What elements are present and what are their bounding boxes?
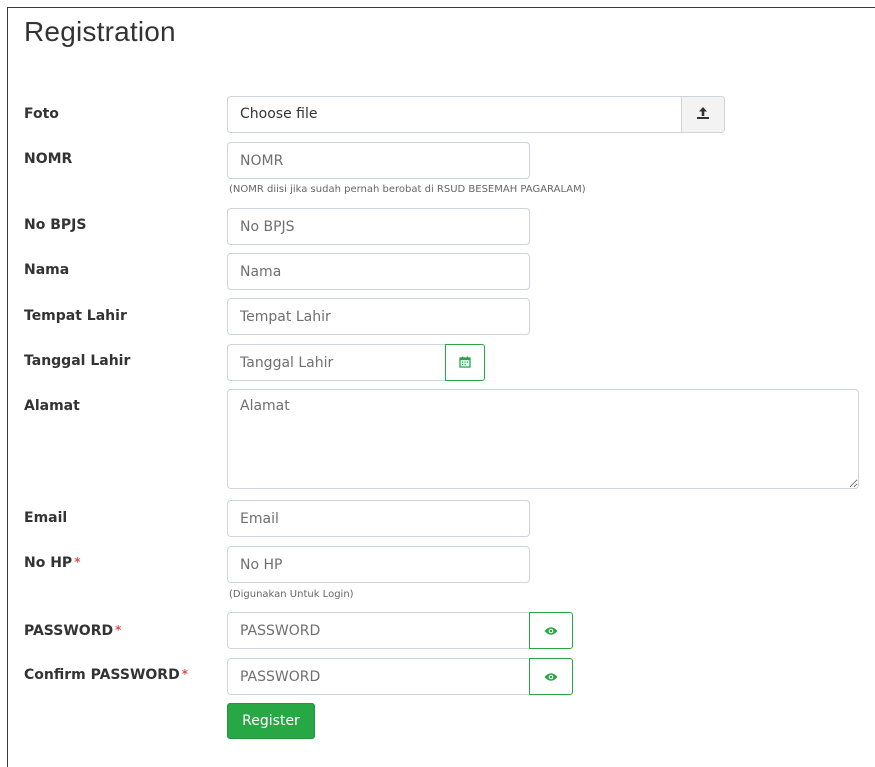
upload-icon — [696, 105, 710, 124]
required-mark: * — [181, 667, 188, 681]
tanggal-lahir-input[interactable] — [227, 344, 446, 381]
confirm-password-input[interactable] — [227, 658, 530, 695]
email-input[interactable] — [227, 500, 530, 537]
tempat-lahir-input[interactable] — [227, 298, 530, 335]
nomr-input[interactable] — [227, 142, 530, 179]
registration-panel: Registration Foto Choose file NOMR (NOMR… — [7, 7, 875, 767]
toggle-confirm-password-visibility-button[interactable] — [529, 658, 573, 695]
bpjs-input[interactable] — [227, 208, 530, 245]
no-hp-input[interactable] — [227, 546, 530, 583]
calendar-icon — [459, 353, 471, 372]
password-label-text: PASSWORD — [24, 623, 114, 639]
nama-label: Nama — [24, 262, 70, 278]
nomr-help-text: (NOMR diisi jika sudah pernah berobat di… — [229, 184, 586, 195]
no-hp-help-text: (Digunakan Untuk Login) — [229, 589, 354, 600]
bpjs-label: No BPJS — [24, 217, 87, 233]
nomr-label: NOMR — [24, 151, 73, 167]
alamat-textarea[interactable] — [227, 389, 859, 489]
email-label: Email — [24, 510, 68, 526]
password-input[interactable] — [227, 612, 530, 649]
eye-icon — [544, 667, 558, 686]
eye-icon — [544, 621, 558, 640]
foto-file-input[interactable]: Choose file — [227, 96, 725, 133]
no-hp-label: No HP * — [24, 555, 80, 571]
foto-label: Foto — [24, 106, 59, 122]
toggle-password-visibility-button[interactable] — [529, 612, 573, 649]
password-label: PASSWORD * — [24, 623, 121, 639]
tempat-lahir-label: Tempat Lahir — [24, 308, 127, 324]
no-hp-label-text: No HP — [24, 555, 73, 571]
file-input-text: Choose file — [240, 106, 318, 122]
nama-input[interactable] — [227, 253, 530, 290]
required-mark: * — [115, 623, 122, 637]
confirm-password-label: Confirm PASSWORD * — [24, 667, 188, 683]
upload-button[interactable] — [681, 97, 724, 132]
register-button[interactable]: Register — [227, 703, 315, 739]
confirm-password-label-text: Confirm PASSWORD — [24, 667, 180, 683]
tanggal-lahir-label: Tanggal Lahir — [24, 353, 131, 369]
required-mark: * — [74, 555, 81, 569]
calendar-button[interactable] — [445, 344, 485, 381]
page-title: Registration — [24, 16, 176, 47]
alamat-label: Alamat — [24, 398, 80, 414]
